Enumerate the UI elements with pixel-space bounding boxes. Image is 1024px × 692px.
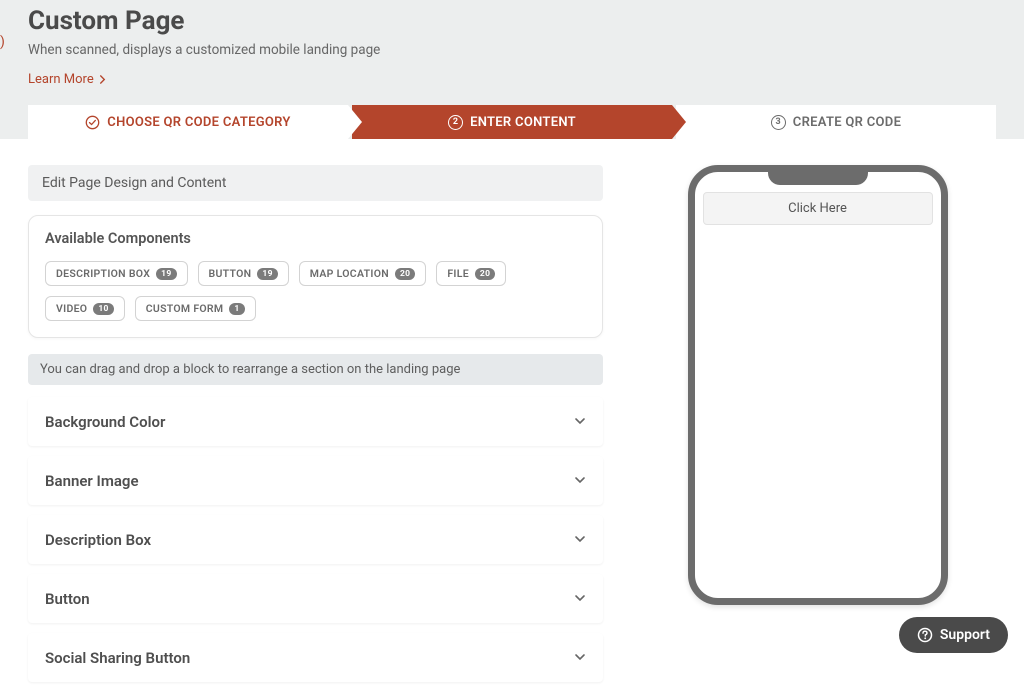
chip-count-badge: 20 [395, 268, 415, 280]
chevron-down-icon [574, 648, 586, 667]
component-chip-button[interactable]: BUTTON 19 [198, 261, 289, 286]
chip-label: BUTTON [209, 267, 252, 280]
page-subtitle: When scanned, displays a customized mobi… [28, 42, 996, 58]
drag-drop-hint: You can drag and drop a block to rearran… [28, 354, 603, 385]
accordion-social-sharing[interactable]: Social Sharing Button [28, 633, 603, 682]
accordion-banner-image[interactable]: Banner Image [28, 456, 603, 505]
accordion-background-color[interactable]: Background Color [28, 397, 603, 446]
chevron-right-icon [98, 75, 107, 84]
chip-count-badge: 19 [156, 268, 176, 280]
component-chip-description-box[interactable]: DESCRIPTION BOX 19 [45, 261, 188, 286]
step-number-icon: 2 [448, 115, 463, 130]
chip-label: FILE [447, 267, 469, 280]
step-3-label: CREATE QR CODE [793, 115, 901, 130]
available-components-card: Available Components DESCRIPTION BOX 19 … [28, 215, 603, 338]
component-chip-file[interactable]: FILE 20 [436, 261, 506, 286]
page-header: Custom Page When scanned, displays a cus… [0, 0, 1024, 105]
components-title: Available Components [45, 230, 586, 247]
accordion-label: Button [45, 590, 90, 608]
support-button[interactable]: Support [899, 617, 1008, 653]
component-chip-map-location[interactable]: MAP LOCATION 20 [299, 261, 427, 286]
learn-more-link[interactable]: Learn More [28, 72, 107, 87]
page-edge-accent: ) [0, 34, 5, 50]
mobile-preview-frame: Click Here [688, 165, 948, 605]
step-choose-category[interactable]: CHOOSE QR CODE CATEGORY [28, 105, 348, 139]
chevron-down-icon [574, 471, 586, 490]
chevron-down-icon [574, 412, 586, 431]
check-circle-icon [85, 115, 100, 130]
preview-click-here-button[interactable]: Click Here [703, 192, 933, 225]
step-1-label: CHOOSE QR CODE CATEGORY [107, 115, 290, 130]
wizard-steps: CHOOSE QR CODE CATEGORY 2 ENTER CONTENT … [0, 105, 1024, 139]
chip-count-badge: 10 [93, 303, 113, 315]
chip-label: DESCRIPTION BOX [56, 267, 150, 280]
chevron-down-icon [574, 530, 586, 549]
component-chip-custom-form[interactable]: CUSTOM FORM 1 [135, 296, 256, 321]
accordion-label: Description Box [45, 531, 151, 549]
step-enter-content[interactable]: 2 ENTER CONTENT [352, 105, 672, 139]
phone-notch [768, 171, 868, 185]
step-2-label: ENTER CONTENT [470, 115, 576, 130]
step-number-icon: 3 [771, 115, 786, 130]
chip-label: CUSTOM FORM [146, 302, 224, 315]
chip-label: VIDEO [56, 302, 87, 315]
chip-count-badge: 19 [257, 268, 277, 280]
chip-label: MAP LOCATION [310, 267, 389, 280]
learn-more-label: Learn More [28, 72, 94, 87]
chevron-down-icon [574, 589, 586, 608]
accordion-label: Social Sharing Button [45, 649, 190, 667]
step-create-qr[interactable]: 3 CREATE QR CODE [676, 105, 996, 139]
chip-count-badge: 1 [229, 303, 244, 315]
accordion-label: Background Color [45, 413, 165, 431]
accordion-description-box[interactable]: Description Box [28, 515, 603, 564]
component-chip-video[interactable]: VIDEO 10 [45, 296, 125, 321]
support-label: Support [940, 627, 990, 643]
components-chip-list: DESCRIPTION BOX 19 BUTTON 19 MAP LOCATIO… [45, 261, 586, 321]
help-circle-icon [917, 627, 933, 643]
page-title: Custom Page [28, 6, 996, 36]
accordion-button[interactable]: Button [28, 574, 603, 623]
editor-section-header: Edit Page Design and Content [28, 165, 603, 201]
accordion-label: Banner Image [45, 472, 139, 490]
chip-count-badge: 20 [475, 268, 495, 280]
